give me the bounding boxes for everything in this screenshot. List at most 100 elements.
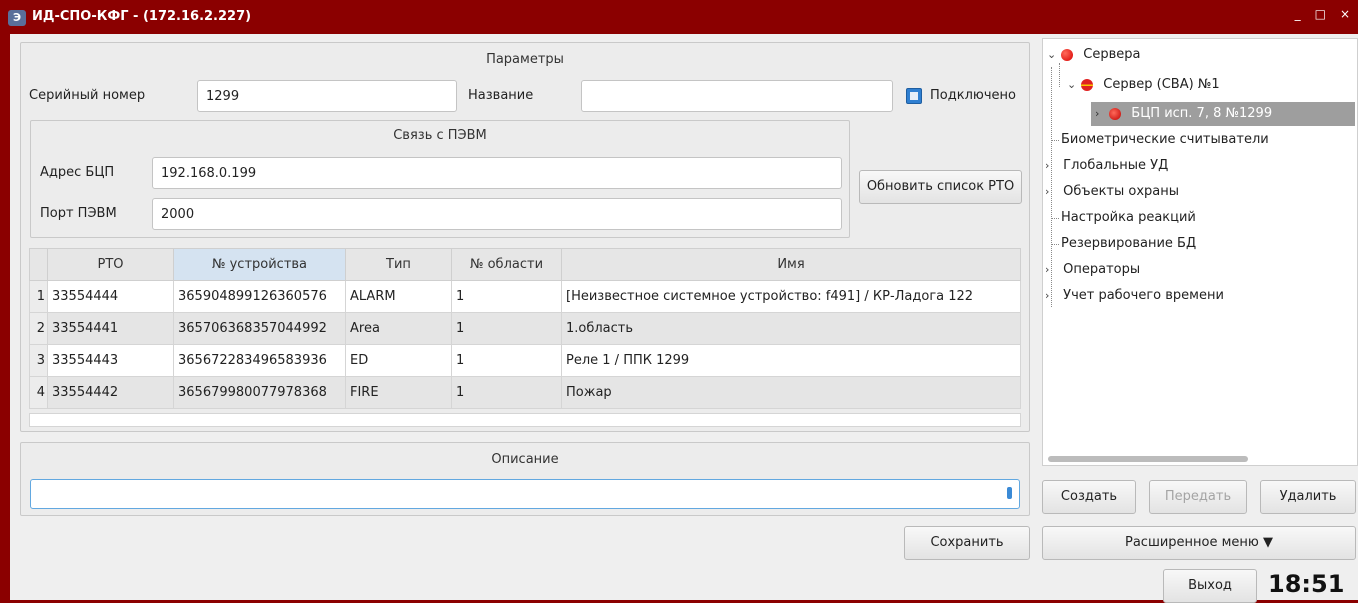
table-row[interactable]: 4 33554442 365679980077978368 FIRE 1 Пож… bbox=[29, 376, 1021, 409]
server-group-status-icon bbox=[1061, 48, 1074, 61]
description-field[interactable] bbox=[30, 479, 1020, 509]
cell-device[interactable]: 365706368357044992 bbox=[173, 312, 346, 345]
chevron-right-icon[interactable]: › bbox=[1045, 258, 1055, 282]
tree-node-reactions[interactable]: Настройка реакций bbox=[1051, 206, 1196, 230]
column-header-device[interactable]: № устройства bbox=[173, 248, 346, 281]
column-header-rto[interactable]: РТО bbox=[47, 248, 174, 281]
tree-node-label: Настройка реакций bbox=[1061, 210, 1196, 225]
cell-type[interactable]: FIRE bbox=[345, 376, 452, 409]
row-number-header bbox=[29, 248, 48, 281]
tree-branch-line bbox=[1051, 244, 1059, 245]
column-header-name[interactable]: Имя bbox=[561, 248, 1021, 281]
cell-rto[interactable]: 33554444 bbox=[47, 280, 174, 313]
tree-node-label: Учет рабочего времени bbox=[1063, 288, 1224, 303]
cell-device[interactable]: 365679980077978368 bbox=[173, 376, 346, 409]
cell-area[interactable]: 1 bbox=[451, 376, 562, 409]
rto-table: РТО № устройства Тип № области Имя 1 335… bbox=[29, 248, 1021, 409]
address-field[interactable] bbox=[152, 157, 842, 189]
serial-number-label: Серийный номер bbox=[29, 88, 146, 103]
cell-area[interactable]: 1 bbox=[451, 312, 562, 345]
cell-name[interactable]: [Неизвестное системное устройство: f491]… bbox=[561, 280, 1021, 313]
name-field[interactable] bbox=[581, 80, 893, 112]
tree-node-server[interactable]: ⌄ Сервер (СВА) №1 bbox=[1067, 73, 1220, 97]
cell-type[interactable]: ED bbox=[345, 344, 452, 377]
chevron-right-icon[interactable]: › bbox=[1045, 180, 1055, 204]
cell-type[interactable]: Area bbox=[345, 312, 452, 345]
table-row[interactable]: 1 33554444 365904899126360576 ALARM 1 [Н… bbox=[29, 280, 1021, 313]
tree-node-global-access[interactable]: › Глобальные УД bbox=[1045, 154, 1168, 178]
tree-node-label: Сервер (СВА) №1 bbox=[1103, 77, 1220, 92]
tree-node-label: Сервера bbox=[1083, 47, 1141, 62]
column-header-type[interactable]: Тип bbox=[345, 248, 452, 281]
row-number: 4 bbox=[29, 376, 48, 409]
extended-menu-button[interactable]: Расширенное меню ▼ bbox=[1042, 526, 1356, 560]
cell-rto[interactable]: 33554442 bbox=[47, 376, 174, 409]
chevron-right-icon[interactable]: › bbox=[1095, 102, 1105, 126]
cell-area[interactable]: 1 bbox=[451, 344, 562, 377]
cell-name[interactable]: Пожар bbox=[561, 376, 1021, 409]
tree-branch-line bbox=[1059, 63, 1060, 87]
pc-link-title: Связь с ПЭВМ bbox=[393, 128, 487, 143]
parameters-panel: Параметры Серийный номер Название Подклю… bbox=[20, 42, 1030, 432]
chevron-right-icon[interactable]: › bbox=[1045, 154, 1055, 178]
port-label: Порт ПЭВМ bbox=[40, 206, 117, 221]
row-number: 2 bbox=[29, 312, 48, 345]
tree-node-servers[interactable]: ⌄ Сервера bbox=[1047, 43, 1141, 67]
window-title: ИД-СПО-КФГ - (172.16.2.227) bbox=[32, 9, 252, 24]
clock: 18:51 bbox=[1268, 570, 1345, 598]
row-number: 1 bbox=[29, 280, 48, 313]
description-title: Описание bbox=[491, 452, 559, 467]
cell-device[interactable]: 365904899126360576 bbox=[173, 280, 346, 313]
address-label: Адрес БЦП bbox=[40, 165, 115, 180]
tree-horizontal-scrollbar[interactable] bbox=[1048, 456, 1248, 462]
cell-rto[interactable]: 33554443 bbox=[47, 344, 174, 377]
tree-node-db-backup[interactable]: Резервирование БД bbox=[1051, 232, 1196, 256]
minimize-icon[interactable]: _ bbox=[1295, 7, 1301, 21]
cell-device[interactable]: 365672283496583936 bbox=[173, 344, 346, 377]
chevron-down-icon[interactable]: ⌄ bbox=[1047, 43, 1057, 67]
tree-node-label: Глобальные УД bbox=[1063, 158, 1169, 173]
title-bar[interactable]: Э ИД-СПО-КФГ - (172.16.2.227) _ □ × bbox=[0, 0, 1358, 34]
table-row[interactable]: 2 33554441 365706368357044992 Area 1 1.о… bbox=[29, 312, 1021, 345]
connected-checkbox[interactable] bbox=[906, 88, 922, 104]
tree-node-operators[interactable]: › Операторы bbox=[1045, 258, 1140, 282]
tree-node-device-selected[interactable]: › БЦП исп. 7, 8 №1299 bbox=[1091, 102, 1355, 126]
app-logo-icon: Э bbox=[8, 10, 26, 26]
tree-node-protected-objects[interactable]: › Объекты охраны bbox=[1045, 180, 1179, 204]
maximize-icon[interactable]: □ bbox=[1315, 7, 1326, 21]
tree-branch-line bbox=[1051, 218, 1059, 219]
table-empty-area bbox=[29, 413, 1021, 427]
delete-button[interactable]: Удалить bbox=[1260, 480, 1356, 514]
object-tree[interactable]: ⌄ Сервера ⌄ Сервер (СВА) №1 › БЦП исп. 7… bbox=[1042, 38, 1358, 466]
column-header-area[interactable]: № области bbox=[451, 248, 562, 281]
chevron-right-icon[interactable]: › bbox=[1045, 284, 1055, 308]
tree-node-label: БЦП исп. 7, 8 №1299 bbox=[1131, 106, 1273, 121]
app-window: Э ИД-СПО-КФГ - (172.16.2.227) _ □ × Пара… bbox=[0, 0, 1358, 603]
save-button[interactable]: Сохранить bbox=[904, 526, 1030, 560]
tree-node-label: Биометрические считыватели bbox=[1061, 132, 1269, 147]
name-label: Название bbox=[468, 88, 534, 103]
close-icon[interactable]: × bbox=[1340, 7, 1350, 21]
chevron-down-icon[interactable]: ⌄ bbox=[1067, 73, 1077, 97]
window-controls: _ □ × bbox=[1295, 7, 1350, 21]
cell-rto[interactable]: 33554441 bbox=[47, 312, 174, 345]
tree-node-time-tracking[interactable]: › Учет рабочего времени bbox=[1045, 284, 1224, 308]
serial-number-field[interactable] bbox=[197, 80, 457, 112]
text-cursor-icon bbox=[1007, 487, 1012, 499]
cell-name[interactable]: Реле 1 / ППК 1299 bbox=[561, 344, 1021, 377]
tree-node-label: Резервирование БД bbox=[1061, 236, 1197, 251]
send-button[interactable]: Передать bbox=[1149, 480, 1247, 514]
cell-type[interactable]: ALARM bbox=[345, 280, 452, 313]
exit-button[interactable]: Выход bbox=[1163, 569, 1257, 603]
create-button[interactable]: Создать bbox=[1042, 480, 1136, 514]
client-area: Параметры Серийный номер Название Подклю… bbox=[10, 34, 1358, 603]
tree-node-label: Объекты охраны bbox=[1063, 184, 1180, 199]
port-field[interactable] bbox=[152, 198, 842, 230]
cell-name[interactable]: 1.область bbox=[561, 312, 1021, 345]
table-row[interactable]: 3 33554443 365672283496583936 ED 1 Реле … bbox=[29, 344, 1021, 377]
cell-area[interactable]: 1 bbox=[451, 280, 562, 313]
refresh-rto-button[interactable]: Обновить список РТО bbox=[859, 170, 1022, 204]
pc-link-panel: Связь с ПЭВМ Адрес БЦП Порт ПЭВМ bbox=[30, 120, 850, 238]
tree-branch-line bbox=[1051, 140, 1059, 141]
tree-node-biometric[interactable]: Биометрические считыватели bbox=[1051, 128, 1269, 152]
